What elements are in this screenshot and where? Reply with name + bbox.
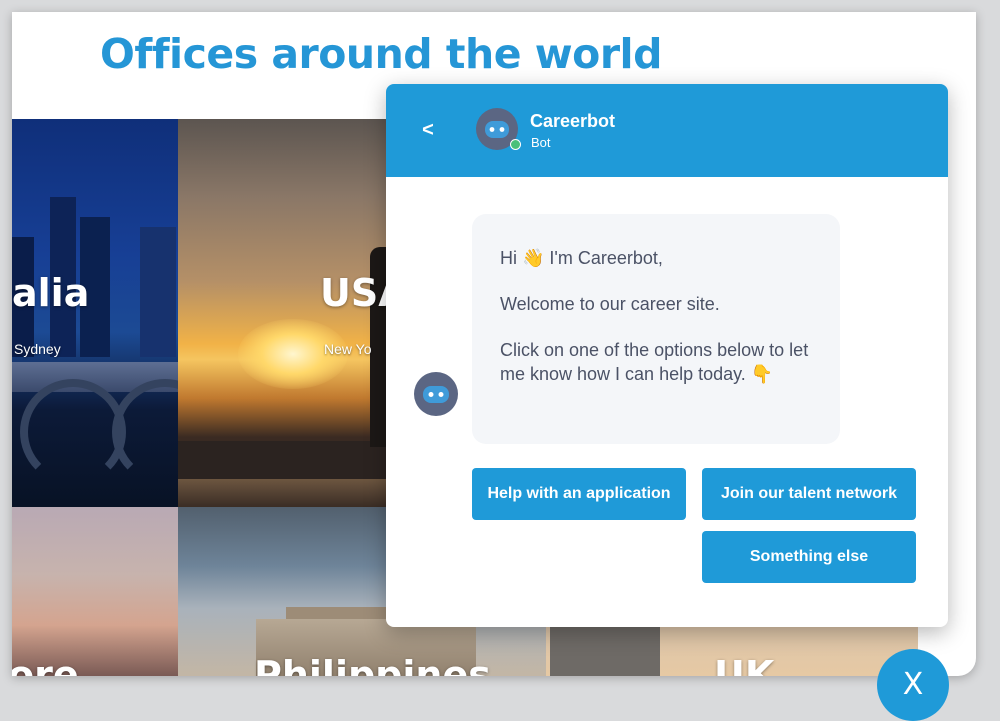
chat-widget: < Careerbot Bot Hi 👋 I'm Careerbot, Welc… [386, 84, 948, 627]
bridge-arch [20, 379, 126, 485]
message-instructions: Click on one of the options below to let… [500, 340, 809, 384]
page-title: Offices around the world [100, 30, 662, 78]
join-talent-network-button[interactable]: Join our talent network [702, 468, 916, 520]
online-status-dot [510, 139, 521, 150]
bot-message-bubble: Hi 👋 I'm Careerbot, Welcome to our caree… [472, 214, 840, 444]
back-button[interactable]: < [408, 110, 448, 150]
help-with-application-button[interactable]: Help with an application [472, 468, 686, 520]
tile-title: alia [12, 271, 90, 315]
tile-title: ore [12, 653, 79, 676]
bridge-arch [112, 379, 178, 485]
message-greeting: Hi 👋 I'm Careerbot, [500, 248, 663, 268]
water [178, 479, 398, 507]
close-chat-button[interactable]: X [877, 649, 949, 721]
tile-title: UK [714, 653, 775, 676]
office-tile-usa[interactable]: USA New Yo [178, 119, 398, 507]
chat-header: < Careerbot Bot [386, 84, 948, 177]
bot-name: Careerbot [530, 111, 616, 131]
tile-title: Philippines [254, 653, 491, 676]
something-else-button[interactable]: Something else [702, 531, 916, 583]
bot-avatar-icon [414, 372, 458, 416]
office-tile-singapore[interactable]: ore [12, 507, 178, 676]
office-tile-australia[interactable]: alia Sydney [12, 119, 178, 507]
tile-city: New Yo [324, 341, 372, 357]
tile-city: Sydney [14, 341, 61, 357]
skyline [178, 441, 398, 479]
bot-role: Bot [531, 135, 551, 150]
skyscraper [140, 227, 176, 357]
message-welcome: Welcome to our career site. [500, 294, 720, 314]
